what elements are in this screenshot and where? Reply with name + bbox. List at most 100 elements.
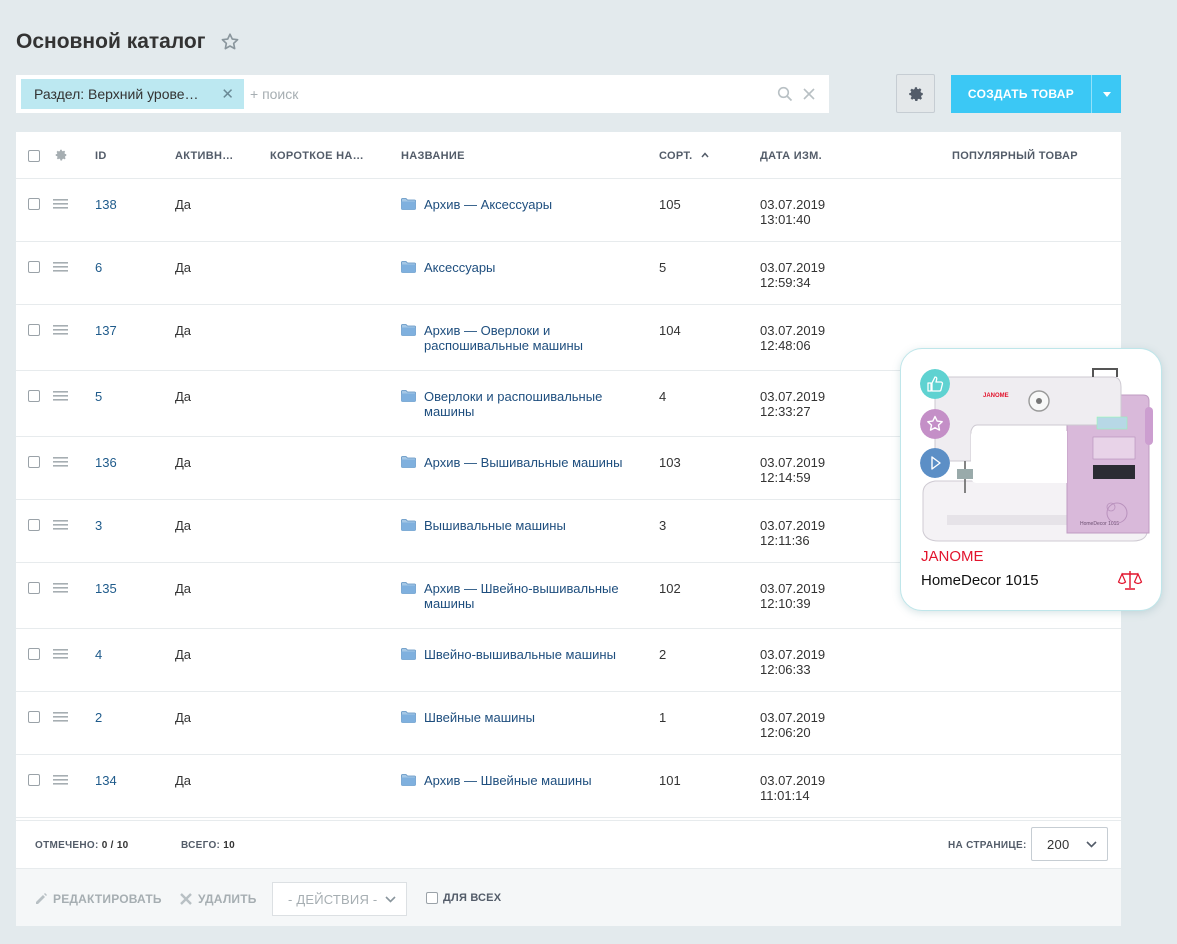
table-row[interactable]: 4 Да Швейно-вышивальные машины 2 03.07.2019 1… [16,629,1121,692]
row-menu-icon[interactable] [53,649,68,659]
row-name-link[interactable]: Архив — Швейные машины [424,773,592,788]
product-name[interactable]: HomeDecor 1015 [921,572,1039,589]
row-menu-icon[interactable] [53,325,68,335]
like-icon[interactable] [920,369,950,399]
row-name[interactable]: Архив — Швейно-вышивальные машины [401,581,631,611]
column-settings-icon[interactable] [54,148,68,162]
create-product-button[interactable]: СОЗДАТЬ ТОВАР [951,75,1121,113]
row-menu-icon[interactable] [53,391,68,401]
row-id[interactable]: 2 [95,710,102,725]
row-id[interactable]: 136 [95,455,117,470]
per-page-value: 200 [1047,836,1070,852]
row-id[interactable]: 137 [95,323,117,338]
row-id[interactable]: 138 [95,197,117,212]
create-product-label[interactable]: СОЗДАТЬ ТОВАР [951,75,1091,113]
row-name-link[interactable]: Архив — Оверлоки и распошивальные машины [424,323,631,353]
row-menu-icon[interactable] [53,457,68,467]
row-name[interactable]: Архив — Швейные машины [401,773,631,788]
row-name[interactable]: Аксессуары [401,260,631,275]
compare-scales-icon[interactable] [1117,569,1143,591]
column-header-active[interactable]: АКТИВН… [175,150,234,162]
row-date: 03.07.2019 12:59:34 [760,260,825,290]
row-menu-icon[interactable] [53,262,68,272]
column-header-id[interactable]: ID [95,150,107,162]
row-name-link[interactable]: Оверлоки и распошивальные машины [424,389,631,419]
column-header-name[interactable]: НАЗВАНИЕ [401,150,465,162]
row-sort: 102 [659,581,681,596]
row-id[interactable]: 135 [95,581,117,596]
edit-button[interactable]: РЕДАКТИРОВАТЬ [34,892,162,906]
settings-button[interactable] [896,74,935,113]
row-name[interactable]: Оверлоки и распошивальные машины [401,389,631,419]
column-header-date[interactable]: ДАТА ИЗМ. [760,150,822,162]
search-icon[interactable] [777,86,793,102]
row-name-link[interactable]: Аксессуары [424,260,495,275]
row-name[interactable]: Швейные машины [401,710,631,725]
row-active: Да [175,389,192,404]
row-sort: 1 [659,710,667,725]
actions-select[interactable]: - ДЕЙСТВИЯ - [272,882,407,916]
row-sort: 101 [659,773,681,788]
folder-icon [401,324,416,336]
row-id[interactable]: 3 [95,518,102,533]
column-header-short-name[interactable]: КОРОТКОЕ НА… [270,150,364,162]
table-row[interactable]: 134 Да Архив — Швейные машины 101 03.07.2019… [16,755,1121,818]
row-menu-icon[interactable] [53,520,68,530]
row-checkbox[interactable] [28,261,40,273]
tag-remove-icon[interactable]: ✕ [221,85,234,103]
row-name-link[interactable]: Архив — Вышивальные машины [424,455,622,470]
row-name[interactable]: Вышивальные машины [401,518,631,533]
row-name-link[interactable]: Вышивальные машины [424,518,566,533]
chevron-down-icon [1086,841,1097,848]
folder-icon [401,774,416,786]
row-name-link[interactable]: Швейные машины [424,710,535,725]
row-checkbox[interactable] [28,519,40,531]
row-name[interactable]: Архив — Вышивальные машины [401,455,631,470]
column-header-sort[interactable]: СОРТ. [659,150,709,162]
table-row[interactable]: 2 Да Швейные машины 1 03.07.2019 12:06:20 [16,692,1121,755]
row-menu-icon[interactable] [53,712,68,722]
row-menu-icon[interactable] [53,775,68,785]
edit-button-label: РЕДАКТИРОВАТЬ [53,892,162,906]
table-row[interactable]: 138 Да Архив — Аксессуары 105 03.07.2019 13:0… [16,179,1121,242]
star-icon[interactable] [920,409,950,439]
product-card[interactable]: JANOME HomeDecor 1015 JANOME HomeDecor 1… [900,348,1162,611]
table-row[interactable]: 6 Да Аксессуары 5 03.07.2019 12:59:34 [16,242,1121,305]
select-all-checkbox[interactable] [28,150,40,162]
row-checkbox[interactable] [28,582,40,594]
row-date-time: 12:10:39 [760,596,811,611]
play-icon[interactable] [920,448,950,478]
row-id[interactable]: 134 [95,773,117,788]
row-checkbox[interactable] [28,711,40,723]
row-menu-icon[interactable] [53,199,68,209]
column-header-popular[interactable]: ПОПУЛЯРНЫЙ ТОВАР [952,150,1078,162]
row-name[interactable]: Архив — Аксессуары [401,197,631,212]
for-all-checkbox[interactable] [426,892,438,904]
star-icon[interactable] [219,31,241,53]
row-id[interactable]: 4 [95,647,102,662]
row-date: 03.07.2019 12:06:20 [760,710,825,740]
search-input[interactable] [250,79,777,109]
machine-brand-text: JANOME [983,393,1009,399]
row-checkbox[interactable] [28,390,40,402]
row-checkbox[interactable] [28,324,40,336]
row-id[interactable]: 5 [95,389,102,404]
per-page-select[interactable]: 200 [1031,827,1108,861]
row-checkbox[interactable] [28,198,40,210]
row-name-link[interactable]: Швейно-вышивальные машины [424,647,616,662]
clear-icon[interactable] [801,86,817,102]
row-checkbox[interactable] [28,456,40,468]
row-active: Да [175,710,192,725]
row-menu-icon[interactable] [53,583,68,593]
for-all-toggle[interactable]: ДЛЯ ВСЕХ [426,892,501,904]
row-name[interactable]: Архив — Оверлоки и распошивальные машины [401,323,631,353]
filter-tag[interactable]: Раздел: Верхний урове… ✕ [21,79,244,109]
delete-button[interactable]: УДАЛИТЬ [179,892,257,906]
row-name-link[interactable]: Архив — Аксессуары [424,197,552,212]
row-checkbox[interactable] [28,648,40,660]
row-id[interactable]: 6 [95,260,102,275]
create-dropdown-toggle[interactable] [1091,75,1121,113]
row-name-link[interactable]: Архив — Швейно-вышивальные машины [424,581,631,611]
row-name[interactable]: Швейно-вышивальные машины [401,647,631,662]
row-checkbox[interactable] [28,774,40,786]
